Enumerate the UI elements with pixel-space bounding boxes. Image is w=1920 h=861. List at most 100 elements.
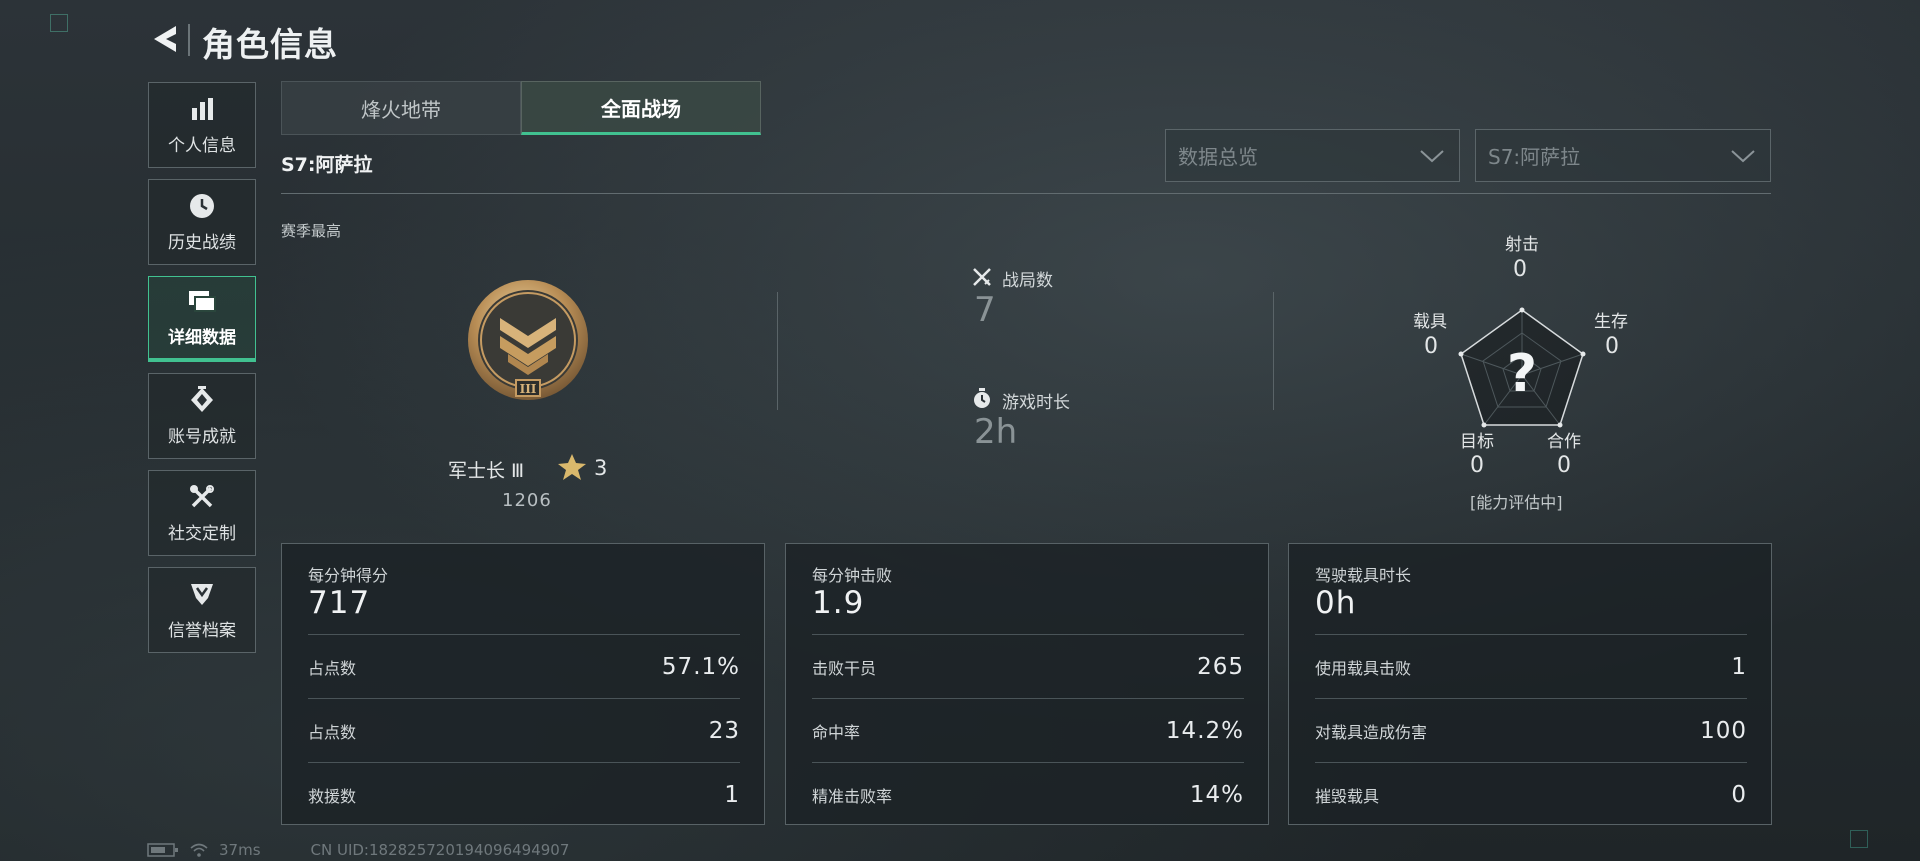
stat-row-value: 1	[1731, 653, 1747, 680]
radar-value-cooperation: 0	[1557, 453, 1571, 478]
data-type-select-value: 数据总览	[1178, 145, 1258, 169]
stat-card-header: 驾驶载具时长	[1315, 566, 1412, 585]
ping-text: 37ms	[219, 841, 261, 859]
stat-row-label: 占点数	[308, 658, 357, 678]
sidebar-item-label: 账号成就	[168, 426, 236, 447]
radar-label-vehicle: 载具	[1413, 312, 1447, 332]
stat-row-value: 0	[1731, 781, 1747, 808]
sidebar-item-achievements[interactable]: 账号成就	[148, 373, 256, 459]
rank-star-count: 3	[594, 456, 608, 480]
stat-row: 使用载具击败 1	[1315, 634, 1747, 698]
stat-row-value: 100	[1700, 717, 1747, 744]
stat-row: 救援数 1	[308, 762, 740, 826]
stat-row: 占点数 23	[308, 698, 740, 762]
radar-value-objective: 0	[1470, 453, 1484, 478]
page-title: 角色信息	[202, 25, 338, 64]
stat-card-kills: 每分钟击败 1.9 击败干员 265 命中率 14.2% 精准击败率 14%	[785, 543, 1269, 825]
battery-icon	[147, 843, 178, 857]
radar-label-shooting: 射击	[1505, 235, 1539, 255]
stat-card-vehicle: 驾驶载具时长 0h 使用载具击败 1 对载具造成伤害 100 摧毁载具 0	[1288, 543, 1772, 825]
stat-row-label: 使用载具击败	[1315, 658, 1412, 678]
stat-row: 击败干员 265	[812, 634, 1244, 698]
season-best-label: 赛季最高	[281, 222, 342, 240]
stat-row: 摧毁载具 0	[1315, 762, 1747, 826]
season-select[interactable]: S7:阿萨拉	[1475, 129, 1771, 182]
sidebar-item-personal-info[interactable]: 个人信息	[148, 82, 256, 168]
star-icon	[557, 453, 587, 481]
stat-row: 命中率 14.2%	[812, 698, 1244, 762]
stat-row-label: 命中率	[812, 722, 861, 742]
stat-row-label: 精准击败率	[812, 786, 893, 806]
vertical-divider	[777, 292, 778, 410]
sidebar-item-label: 历史战绩	[168, 232, 236, 253]
header-divider	[188, 24, 190, 56]
season-label: S7:阿萨拉	[281, 154, 373, 176]
stopwatch-icon	[972, 388, 992, 408]
tab-firezone[interactable]: 烽火地带	[281, 81, 521, 135]
achievement-icon	[186, 385, 218, 414]
stat-card-header: 每分钟击败	[812, 566, 893, 585]
matches-value: 7	[974, 290, 996, 330]
rank-name: 军士长 Ⅲ	[448, 460, 525, 482]
season-select-value: S7:阿萨拉	[1488, 145, 1581, 169]
wifi-icon	[190, 843, 208, 857]
radar-value-vehicle: 0	[1424, 334, 1438, 359]
radar-status: [能力评估中]	[1470, 493, 1563, 512]
stat-card-score: 每分钟得分 717 占点数 57.1% 占点数 23 救援数 1	[281, 543, 765, 825]
stat-row-value: 57.1%	[661, 653, 740, 680]
section-divider	[281, 193, 1771, 194]
radar-value-survival: 0	[1605, 334, 1619, 359]
back-button[interactable]	[146, 20, 182, 58]
chevron-down-icon	[1420, 149, 1444, 162]
stat-row: 占点数 57.1%	[308, 634, 740, 698]
stat-row: 对载具造成伤害 100	[1315, 698, 1747, 762]
data-type-select[interactable]: 数据总览	[1165, 129, 1460, 182]
stat-row-label: 摧毁载具	[1315, 786, 1380, 806]
sidebar-item-reputation[interactable]: 信誉档案	[148, 567, 256, 653]
stat-row-label: 对载具造成伤害	[1315, 722, 1428, 742]
rank-points: 1206	[502, 490, 552, 511]
radar-value-shooting: 0	[1513, 257, 1527, 282]
sidebar-item-label: 个人信息	[168, 135, 236, 156]
stat-row-value: 23	[708, 717, 740, 744]
stat-row-value: 14%	[1189, 781, 1244, 808]
tab-full-battlefield[interactable]: 全面战场	[521, 81, 761, 135]
playtime-value: 2h	[974, 412, 1018, 452]
radar-label-objective: 目标	[1460, 432, 1494, 452]
clock-icon	[186, 192, 218, 220]
ability-radar: ?	[1437, 285, 1607, 435]
corner-mark-top-left	[50, 14, 68, 32]
back-arrow-icon	[154, 26, 176, 52]
stat-row-label: 救援数	[308, 786, 357, 806]
status-bar: 37ms CN UID:1828257201940964949​07	[147, 840, 569, 860]
sidebar-item-social[interactable]: 社交定制	[148, 470, 256, 556]
sidebar-item-label: 社交定制	[168, 523, 236, 544]
sidebar-item-detailed-data[interactable]: 详细数据	[148, 276, 256, 362]
stat-row: 精准击败率 14%	[812, 762, 1244, 826]
stat-row-value: 1	[724, 781, 740, 808]
matches-label: 战局数	[1002, 271, 1053, 291]
stat-row-label: 击败干员	[812, 658, 877, 678]
shield-icon	[186, 580, 218, 608]
stat-card-header: 每分钟得分	[308, 566, 389, 585]
radar-label-cooperation: 合作	[1547, 432, 1581, 452]
playtime-label: 游戏时长	[1002, 393, 1070, 413]
sidebar-item-history[interactable]: 历史战绩	[148, 179, 256, 265]
radar-unknown-mark: ?	[1507, 344, 1537, 404]
stat-row-value: 14.2%	[1165, 717, 1244, 744]
radar-label-survival: 生存	[1594, 312, 1628, 332]
stat-row-value: 265	[1197, 653, 1244, 680]
bar-chart-icon	[186, 95, 218, 123]
stat-card-value: 1.9	[812, 585, 865, 621]
vertical-divider	[1273, 292, 1274, 410]
chevron-down-icon	[1731, 149, 1755, 162]
stat-row-label: 占点数	[308, 722, 357, 742]
sidebar-item-label: 信誉档案	[168, 620, 236, 641]
stat-card-value: 0h	[1315, 585, 1357, 621]
uid-text: CN UID:1828257201940964949​07	[310, 841, 570, 859]
corner-mark-bottom-right	[1850, 830, 1868, 848]
sidebar-item-label: 详细数据	[168, 328, 236, 348]
rank-emblem-roman: III	[520, 382, 537, 396]
rank-emblem: III	[466, 278, 590, 402]
folder-icon	[186, 287, 218, 315]
